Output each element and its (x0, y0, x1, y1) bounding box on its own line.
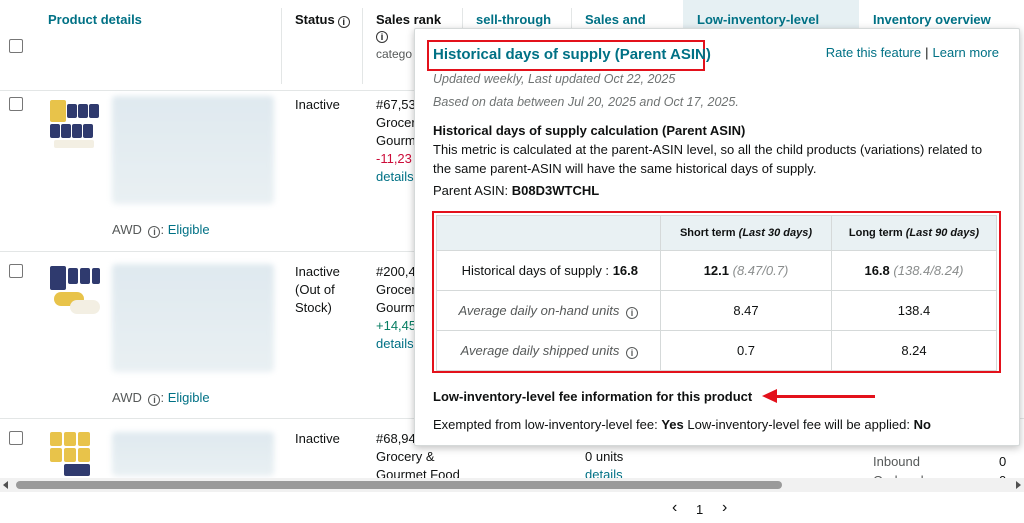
scrollbar-thumb[interactable] (16, 481, 782, 489)
rate-feature-link[interactable]: Rate this feature (826, 45, 921, 60)
product-thumbnail[interactable] (50, 266, 102, 318)
awd-eligible-link[interactable]: Eligible (168, 390, 210, 405)
sales-rank-value: #67,53 Grocer Gourmi -11,23 details (376, 97, 419, 186)
awd-status: AWD i: Eligible (112, 390, 210, 406)
calc-description: This metric is calculated at the parent-… (433, 142, 983, 176)
header-status[interactable]: Status i (295, 0, 350, 84)
row-label: Average daily on-hand units i (436, 290, 661, 331)
updated-text: Updated weekly, Last updated Oct 22, 202… (433, 72, 676, 86)
pagination: ‹ 1 › (0, 492, 1024, 523)
row-label: Average daily shipped units i (436, 330, 661, 371)
short-term-value: 0.7 (660, 330, 832, 371)
status-text: Inactive (295, 431, 340, 446)
rank-change: -11,23 (376, 151, 412, 166)
header-product-details[interactable]: Product details (48, 0, 142, 84)
row-checkbox[interactable] (9, 264, 23, 278)
inbound-label: Inbound (873, 454, 920, 469)
popover-title: Historical days of supply (Parent ASIN) (433, 46, 711, 63)
info-icon[interactable]: i (337, 16, 350, 28)
row-divider (0, 90, 415, 91)
based-on-text: Based on data between Jul 20, 2025 and O… (433, 95, 739, 109)
col-short-term: Short term (Last 30 days) (660, 215, 832, 251)
header-separator (362, 8, 363, 84)
product-name-redacted (112, 264, 274, 372)
calc-heading: Historical days of supply calculation (P… (433, 123, 746, 138)
prev-page-icon[interactable]: ‹ (672, 499, 677, 517)
scroll-right-icon[interactable] (1016, 481, 1021, 489)
table-corner (436, 215, 661, 251)
table-row: Average daily shipped units i 0.7 8.24 (436, 330, 997, 371)
horizontal-scrollbar[interactable] (0, 478, 1024, 492)
exempt-value: Yes (661, 417, 684, 432)
info-icon[interactable]: i (626, 346, 638, 359)
header-separator (281, 8, 282, 84)
product-thumbnail[interactable] (50, 432, 102, 484)
info-icon[interactable]: i (626, 306, 638, 319)
page-number[interactable]: 1 (696, 502, 703, 517)
row-label: Historical days of supply : 16.8 (436, 250, 661, 291)
info-icon[interactable]: i (148, 226, 161, 238)
info-icon[interactable]: i (376, 31, 388, 43)
long-term-value: 16.8 (138.4/8.24) (831, 250, 997, 291)
select-all-checkbox[interactable] (9, 39, 23, 53)
details-link[interactable]: details (376, 335, 416, 353)
short-term-value: 12.1 (8.47/0.7) (660, 250, 832, 291)
info-icon[interactable]: i (148, 394, 161, 406)
row-checkbox[interactable] (9, 431, 23, 445)
long-term-value: 138.4 (831, 290, 997, 331)
table-row: Average daily on-hand units i 8.47 138.4 (436, 290, 997, 331)
fee-heading: Low-inventory-level fee information for … (433, 389, 753, 404)
details-link[interactable]: details (376, 168, 419, 186)
status-text: Inactive (Out of Stock) (295, 264, 340, 315)
row-checkbox[interactable] (9, 97, 23, 111)
status-text: Inactive (295, 97, 340, 112)
applied-value: No (913, 417, 931, 432)
long-term-value: 8.24 (831, 330, 997, 371)
awd-status: AWD i: Eligible (112, 222, 210, 238)
learn-more-link[interactable]: Learn more (933, 45, 999, 60)
popover-links: Rate this feature | Learn more (825, 45, 999, 60)
parent-asin: Parent ASIN: B08D3WTCHL (433, 183, 600, 198)
table-row: Historical days of supply : 16.8 12.1 (8… (436, 250, 997, 291)
parent-asin-value: B08D3WTCHL (511, 183, 600, 198)
sales-rank-value: #200,4 Grocer Gourm +14,45 details (376, 264, 417, 353)
short-term-value: 8.47 (660, 290, 832, 331)
scroll-left-icon[interactable] (3, 481, 8, 489)
product-name-redacted (112, 432, 274, 476)
annotation-arrow (775, 395, 875, 398)
product-name-redacted (112, 96, 274, 204)
inbound-value: 0 (999, 454, 1007, 469)
product-thumbnail[interactable] (50, 100, 102, 152)
metrics-highlight-box: Short term (Last 30 days) Long term (Las… (432, 211, 1001, 373)
next-page-icon[interactable]: › (722, 499, 727, 517)
historical-days-supply-popover: Historical days of supply (Parent ASIN) … (414, 28, 1020, 446)
fee-status: Exempted from low-inventory-level fee: Y… (433, 417, 931, 432)
col-long-term: Long term (Last 90 days) (831, 215, 997, 251)
days-of-supply-table: Short term (Last 30 days) Long term (Las… (436, 215, 997, 371)
arrow-left-icon (762, 389, 777, 403)
row-divider (0, 251, 415, 252)
awd-eligible-link[interactable]: Eligible (168, 222, 210, 237)
rank-change: +14,45 (376, 318, 417, 333)
